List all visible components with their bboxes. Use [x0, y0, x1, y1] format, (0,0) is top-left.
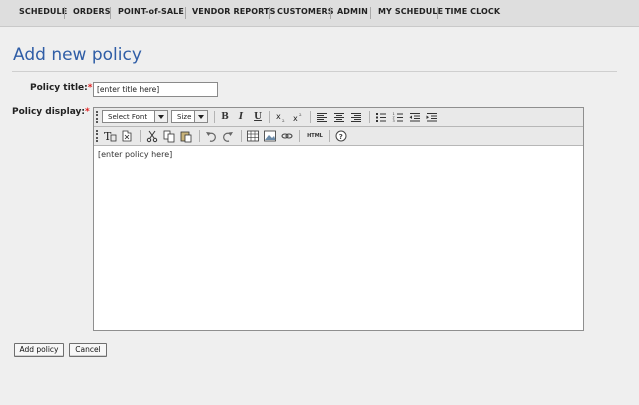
svg-text:2: 2	[299, 112, 302, 117]
svg-text:x: x	[293, 114, 298, 123]
toolbar-divider	[199, 130, 200, 142]
policy-title-label: Policy title:*	[30, 83, 92, 93]
editor-toolbar-row-1: Select Font Size B I U x2 x2 1 2 3	[94, 108, 583, 127]
toolbar-divider	[299, 130, 300, 142]
nav-divider	[110, 7, 111, 19]
subscript-icon[interactable]: x2	[274, 110, 288, 124]
cut-icon[interactable]	[145, 129, 159, 143]
bold-icon[interactable]: B	[218, 110, 232, 124]
rich-text-editor: Select Font Size B I U x2 x2 1 2 3 T HTM…	[93, 107, 584, 331]
editor-toolbar-row-2: T HTML ?	[94, 127, 583, 146]
toolbar-divider	[241, 130, 242, 142]
toolbar-divider	[269, 111, 270, 123]
numbered-list-icon[interactable]: 123	[391, 110, 405, 124]
align-center-icon[interactable]	[332, 110, 346, 124]
link-icon[interactable]	[280, 129, 294, 143]
nav-item-point-of-sale[interactable]: POINT-of-SALE	[118, 7, 184, 16]
toolbar-grip-icon[interactable]	[96, 130, 100, 142]
title-divider	[12, 71, 617, 72]
nav-item-vendor-reports[interactable]: VENDOR REPORTS	[192, 7, 275, 16]
cancel-button[interactable]: Cancel	[69, 343, 107, 357]
italic-icon[interactable]: I	[234, 110, 248, 124]
toolbar-divider	[310, 111, 311, 123]
outdent-icon[interactable]	[408, 110, 422, 124]
superscript-icon[interactable]: x2	[291, 110, 305, 124]
redo-icon[interactable]	[221, 129, 235, 143]
undo-icon[interactable]	[204, 129, 218, 143]
table-icon[interactable]	[246, 129, 260, 143]
nav-divider	[330, 7, 331, 19]
clear-format-icon[interactable]	[120, 129, 134, 143]
nav-item-schedule[interactable]: SCHEDULE	[19, 7, 67, 16]
nav-divider	[269, 7, 270, 19]
editor-content-area[interactable]: [enter policy here]	[98, 150, 172, 159]
font-select-value: Select Font	[108, 113, 148, 121]
svg-text:?: ?	[339, 133, 343, 141]
image-icon[interactable]	[263, 129, 277, 143]
required-marker: *	[87, 83, 93, 93]
policy-title-input[interactable]: [enter title here]	[93, 82, 218, 97]
chevron-down-icon	[194, 111, 207, 122]
policy-title-label-text: Policy title:	[30, 83, 88, 93]
add-policy-button[interactable]: Add policy	[14, 343, 64, 357]
nav-item-my-schedule[interactable]: MY SCHEDULE	[378, 7, 443, 16]
font-select[interactable]: Select Font	[102, 110, 168, 123]
chevron-down-icon	[154, 111, 167, 122]
policy-display-label-text: Policy display:	[12, 107, 85, 117]
nav-divider	[185, 7, 186, 19]
toolbar-grip-icon[interactable]	[96, 111, 100, 123]
nav-divider	[64, 7, 65, 19]
required-marker: *	[84, 107, 90, 117]
toolbar-divider	[214, 111, 215, 123]
copy-icon[interactable]	[162, 129, 176, 143]
bullet-list-icon[interactable]	[374, 110, 388, 124]
nav-item-customers[interactable]: CUSTOMERS	[277, 7, 334, 16]
toolbar-divider	[369, 111, 370, 123]
top-nav-bar: SCHEDULE ORDERS POINT-of-SALE VENDOR REP…	[0, 0, 639, 27]
help-icon[interactable]: ?	[334, 129, 348, 143]
html-icon[interactable]: HTML	[304, 129, 326, 143]
svg-text:2: 2	[282, 118, 285, 123]
svg-text:x: x	[276, 112, 281, 121]
svg-text:3: 3	[393, 119, 395, 123]
toolbar-divider	[329, 130, 330, 142]
paste-icon[interactable]	[179, 129, 193, 143]
nav-item-orders[interactable]: ORDERS	[73, 7, 111, 16]
nav-item-time-clock[interactable]: TIME CLOCK	[445, 7, 500, 16]
align-right-icon[interactable]	[349, 110, 363, 124]
policy-display-label: Policy display:*	[12, 107, 90, 117]
underline-icon[interactable]: U	[251, 110, 265, 124]
nav-divider	[370, 7, 371, 19]
nav-item-admin[interactable]: ADMIN	[337, 7, 368, 16]
text-format-icon[interactable]: T	[103, 129, 117, 143]
indent-icon[interactable]	[425, 110, 439, 124]
page-title: Add new policy	[13, 45, 142, 65]
size-select-value: Size	[177, 113, 192, 121]
align-left-icon[interactable]	[315, 110, 329, 124]
toolbar-divider	[140, 130, 141, 142]
nav-divider	[437, 7, 438, 19]
size-select[interactable]: Size	[171, 110, 208, 123]
